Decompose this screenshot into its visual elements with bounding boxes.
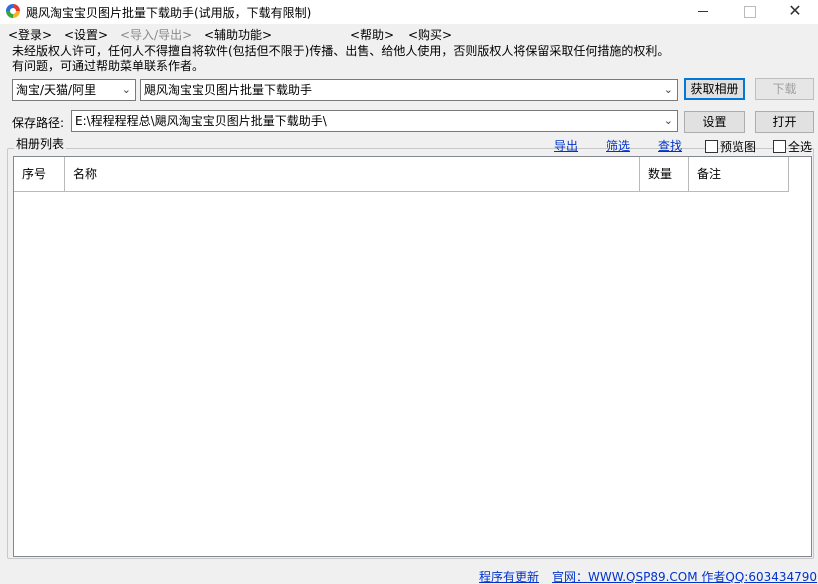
chevron-down-icon: ⌄ bbox=[663, 83, 673, 96]
save-path-combobox[interactable]: E:\程程程程总\飓风淘宝宝贝图片批量下载助手\ ⌄ bbox=[71, 110, 678, 132]
save-path-label: 保存路径: bbox=[12, 116, 65, 130]
column-header-note[interactable]: 备注 bbox=[689, 157, 789, 192]
menu-login[interactable]: <登录> bbox=[8, 26, 52, 43]
select-all-checkbox[interactable]: 全选 bbox=[773, 138, 812, 154]
preview-checkbox-label: 预览图 bbox=[720, 140, 757, 154]
minimize-button[interactable] bbox=[680, 0, 726, 24]
website-link[interactable]: 官网：WWW.QSP89.COM 作者QQ:603434790 bbox=[552, 568, 817, 584]
maximize-button[interactable] bbox=[726, 0, 772, 24]
select-all-checkbox-box[interactable] bbox=[773, 140, 786, 153]
path-settings-button[interactable]: 设置 bbox=[684, 111, 745, 133]
update-link[interactable]: 程序有更新 bbox=[479, 568, 539, 584]
menu-import-export[interactable]: <导入/导出> bbox=[120, 26, 192, 43]
chevron-down-icon: ⌄ bbox=[121, 83, 131, 96]
column-header-name[interactable]: 名称 bbox=[65, 157, 640, 192]
open-folder-button[interactable]: 打开 bbox=[755, 111, 814, 133]
save-path-value: E:\程程程程总\飓风淘宝宝贝图片批量下载助手\ bbox=[75, 114, 327, 128]
menu-tools[interactable]: <辅助功能> bbox=[204, 26, 272, 43]
copyright-notice: 未经版权人许可，任何人不得擅自将软件(包括但不限于)传播、出售、给他人使用，否则… bbox=[12, 44, 669, 74]
export-link[interactable]: 导出 bbox=[554, 137, 578, 154]
download-button[interactable]: 下载 bbox=[755, 78, 814, 100]
menu-buy[interactable]: <购买> bbox=[408, 26, 452, 43]
find-link[interactable]: 查找 bbox=[658, 137, 682, 154]
select-all-checkbox-label: 全选 bbox=[788, 140, 813, 154]
preview-checkbox-box[interactable] bbox=[705, 140, 718, 153]
notice-line-2: 有问题，可通过帮助菜单联系作者。 bbox=[12, 59, 205, 73]
get-album-button[interactable]: 获取相册 bbox=[684, 78, 745, 100]
window-title: 飓风淘宝宝贝图片批量下载助手(试用版，下载有限制) bbox=[26, 6, 312, 20]
status-bar: 程序有更新 官网：WWW.QSP89.COM 作者QQ:603434790 bbox=[0, 562, 818, 584]
menu-help[interactable]: <帮助> bbox=[350, 26, 394, 43]
platform-value: 淘宝/天猫/阿里 bbox=[16, 83, 97, 97]
platform-select[interactable]: 淘宝/天猫/阿里 ⌄ bbox=[12, 79, 136, 101]
album-list[interactable]: 序号 名称 数量 备注 bbox=[13, 156, 812, 557]
column-header-count[interactable]: 数量 bbox=[640, 157, 689, 192]
title-bar: 飓风淘宝宝贝图片批量下载助手(试用版，下载有限制) ✕ bbox=[0, 0, 818, 24]
menu-settings[interactable]: <设置> bbox=[64, 26, 108, 43]
column-header-index[interactable]: 序号 bbox=[14, 157, 65, 192]
preview-checkbox[interactable]: 预览图 bbox=[705, 138, 756, 154]
filter-link[interactable]: 筛选 bbox=[606, 137, 630, 154]
album-group-title: 相册列表 bbox=[14, 135, 67, 152]
notice-line-1: 未经版权人许可，任何人不得擅自将软件(包括但不限于)传播、出售、给他人使用，否则… bbox=[12, 44, 670, 58]
close-button[interactable]: ✕ bbox=[772, 0, 818, 24]
app-logo-icon bbox=[6, 4, 20, 18]
url-value: 飓风淘宝宝贝图片批量下载助手 bbox=[144, 83, 313, 97]
chevron-down-icon: ⌄ bbox=[663, 114, 673, 127]
url-combobox[interactable]: 飓风淘宝宝贝图片批量下载助手 ⌄ bbox=[140, 79, 678, 101]
menu-bar: <登录> <设置> <导入/导出> <辅助功能> <帮助> <购买> bbox=[0, 24, 818, 42]
